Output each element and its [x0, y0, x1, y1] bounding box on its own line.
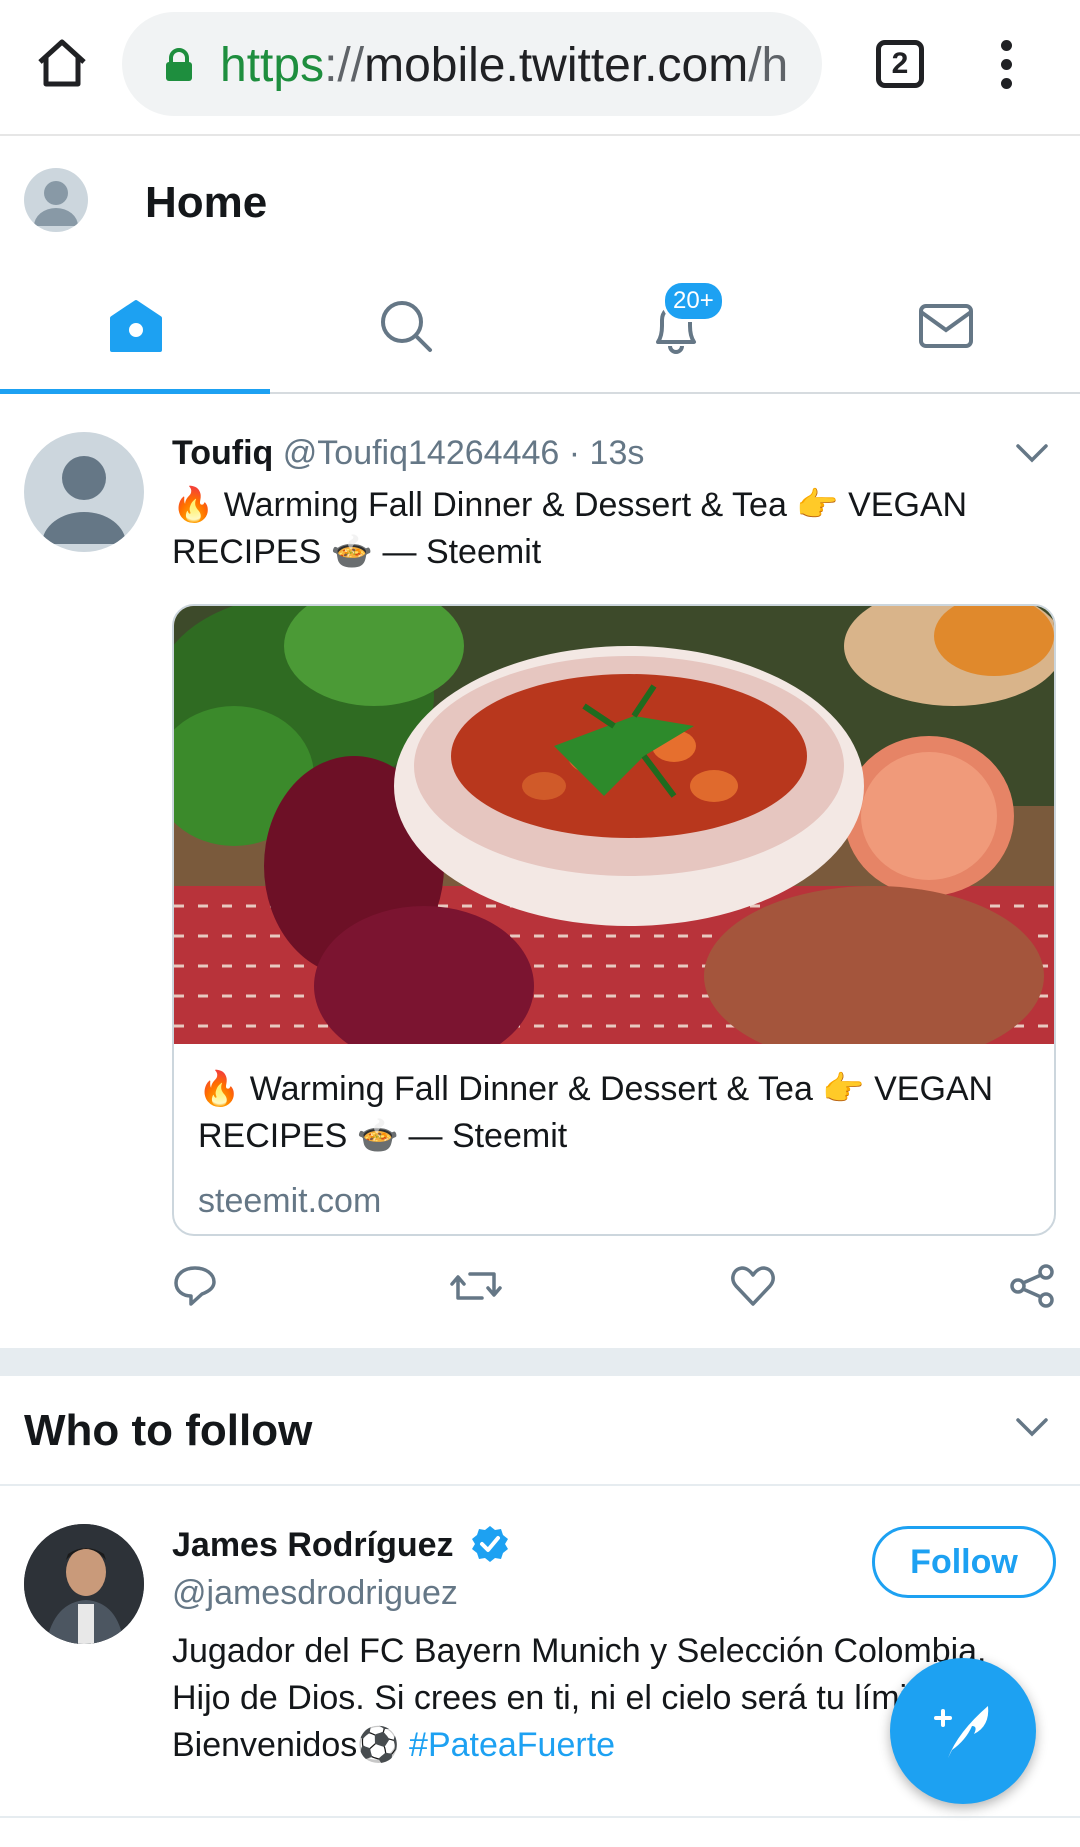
card-title: 🔥 Warming Fall Dinner & Dessert & Tea 👉 … [198, 1070, 994, 1155]
browser-home-icon[interactable] [34, 36, 90, 92]
compose-feather-icon [934, 1706, 989, 1758]
chevron-down-icon[interactable] [1014, 442, 1050, 471]
notifications-badge: 20+ [662, 280, 725, 322]
app-header: Home [0, 138, 1080, 262]
tweet-author-handle[interactable]: @Toufiq14264446 [283, 434, 560, 472]
tab-bar: 20+ [0, 262, 1080, 394]
retweet-icon[interactable] [448, 1264, 504, 1313]
browser-toolbar: https://mobile.twitter.com/h 2 [0, 0, 1080, 136]
card-domain: steemit.com [198, 1182, 382, 1220]
follow-button[interactable]: Follow [872, 1526, 1056, 1598]
verified-badge-icon [470, 1524, 510, 1569]
page-title: Home [145, 178, 268, 227]
link-card[interactable]: 🔥 Warming Fall Dinner & Dessert & Tea 👉 … [172, 604, 1056, 1236]
url-text: https://mobile.twitter.com/h [220, 39, 789, 92]
suggested-user-handle[interactable]: @jamesdrodriguez [172, 1574, 458, 1613]
hashtag-link[interactable]: #PateaFuerte [409, 1726, 615, 1764]
tweet-author-avatar[interactable] [24, 432, 144, 552]
address-bar[interactable]: https://mobile.twitter.com/h [122, 12, 822, 116]
reply-icon[interactable] [172, 1264, 218, 1313]
tab-home[interactable] [0, 262, 270, 394]
share-icon[interactable] [1010, 1264, 1056, 1313]
browser-menu-icon[interactable] [994, 40, 1018, 92]
card-image [174, 606, 1054, 1044]
profile-avatar[interactable] [24, 168, 88, 232]
search-icon [381, 301, 432, 352]
tweet-timestamp[interactable]: 13s [590, 434, 645, 472]
bio-text: Bienvenidos⚽ [172, 1726, 410, 1764]
tweet[interactable]: Toufiq @Toufiq14264446 · 13s 🔥 Warming F… [0, 396, 1080, 1348]
tab-search[interactable] [270, 262, 540, 392]
lock-icon [162, 48, 196, 82]
home-icon [110, 300, 162, 352]
compose-tweet-button[interactable] [890, 1658, 1036, 1804]
meta-separator: · [568, 434, 581, 472]
tweet-author-name[interactable]: Toufiq [172, 434, 273, 472]
active-tab-indicator [0, 389, 270, 394]
bio-line: Jugador del FC Bayern Munich y Selección… [172, 1632, 987, 1670]
tab-switcher-button[interactable]: 2 [876, 40, 924, 88]
section-divider [0, 1348, 1080, 1376]
like-icon[interactable] [730, 1264, 776, 1313]
tweet-text: 🔥 Warming Fall Dinner & Dessert & Tea 👉 … [172, 486, 968, 571]
mail-icon [919, 304, 973, 348]
tab-messages[interactable] [810, 262, 1080, 392]
suggested-user-avatar[interactable] [24, 1524, 144, 1644]
who-to-follow-title: Who to follow [24, 1406, 313, 1455]
chevron-down-icon[interactable] [1014, 1416, 1050, 1445]
suggested-user-name[interactable]: James Rodríguez [172, 1526, 454, 1565]
tweet-meta: Toufiq @Toufiq14264446 · 13s [172, 434, 644, 473]
who-to-follow-header: Who to follow [0, 1376, 1080, 1486]
